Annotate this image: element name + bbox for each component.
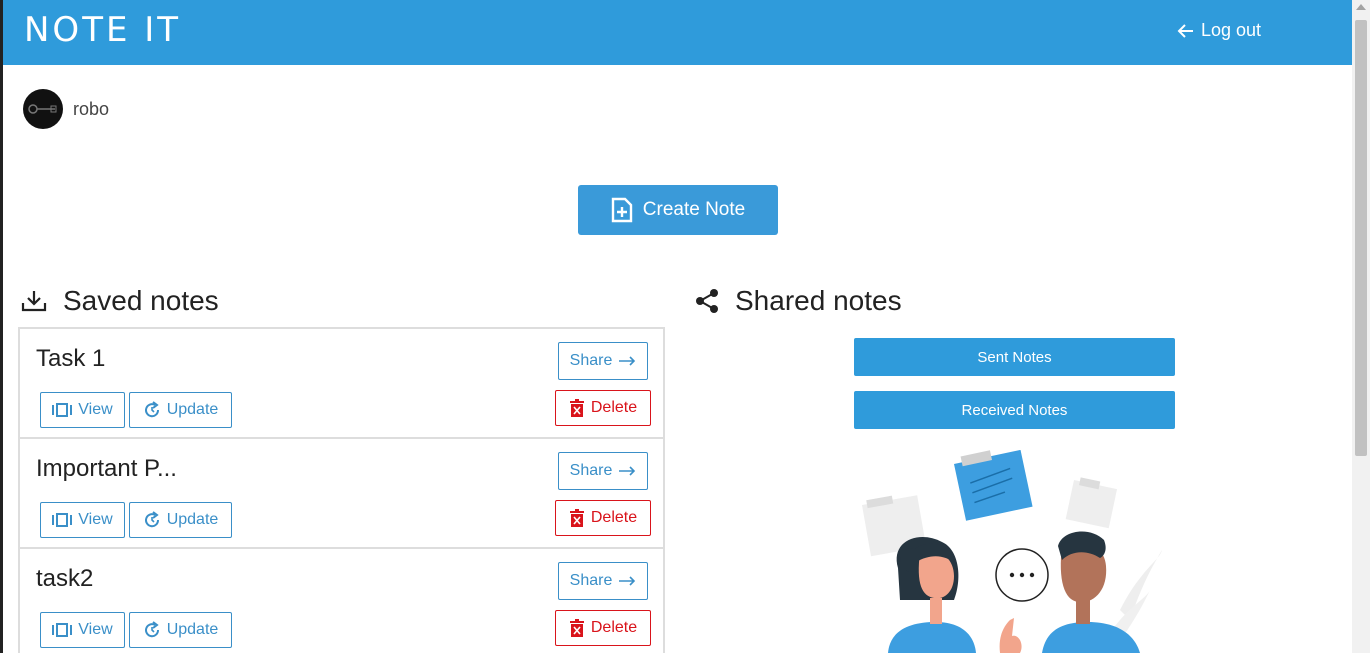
view-label: View (78, 511, 113, 528)
trash-icon (569, 399, 584, 417)
delete-button[interactable]: Delete (555, 390, 651, 426)
logout-label: Log out (1201, 20, 1262, 40)
file-plus-icon (611, 197, 632, 223)
saved-notes-heading: Saved notes (21, 285, 219, 317)
brand-logo[interactable]: NOTE IT (24, 10, 181, 50)
view-button[interactable]: View (40, 392, 125, 428)
view-icon (52, 513, 73, 527)
create-note-label: Create Note (642, 199, 746, 220)
share-label: Share (569, 462, 613, 479)
avatar (23, 89, 63, 129)
view-label: View (78, 401, 113, 418)
saved-notes-title: Saved notes (63, 285, 219, 316)
received-notes-button[interactable]: Received Notes (854, 391, 1175, 429)
delete-label: Delete (590, 509, 638, 526)
sharing-people-illustration (862, 450, 1162, 653)
update-label: Update (166, 511, 219, 528)
delete-button[interactable]: Delete (555, 500, 651, 536)
scroll-up-arrow[interactable] (1356, 4, 1366, 10)
scroll-thumb[interactable] (1355, 20, 1367, 456)
share-button[interactable]: Share (558, 452, 648, 490)
scrollbar[interactable] (1352, 0, 1370, 653)
view-button[interactable]: View (40, 612, 125, 648)
navbar: NOTE IT Log out (3, 0, 1352, 65)
refresh-icon (144, 511, 159, 528)
view-icon (52, 623, 73, 637)
note-item: Task 1 Share View Update Delete (20, 329, 663, 439)
refresh-icon (144, 621, 159, 638)
share-button[interactable]: Share (558, 342, 648, 380)
user-profile: robo (23, 89, 109, 129)
view-button[interactable]: View (40, 502, 125, 538)
arrow-right-icon (619, 466, 636, 476)
avatar-logo-icon (28, 104, 57, 114)
note-title: Task 1 (36, 345, 106, 372)
note-title: task2 (36, 565, 94, 592)
share-button[interactable]: Share (558, 562, 648, 600)
note-item: task2 Share View Update Delete (20, 549, 663, 653)
share-label: Share (569, 572, 613, 589)
note-title: Important P... (36, 455, 177, 482)
create-note-button[interactable]: Create Note (578, 185, 778, 235)
update-button[interactable]: Update (129, 502, 232, 538)
arrow-right-icon (619, 576, 636, 586)
update-button[interactable]: Update (129, 392, 232, 428)
shared-notes-heading: Shared notes (695, 285, 902, 317)
arrow-right-icon (619, 356, 636, 366)
update-label: Update (166, 401, 219, 418)
window-edge (0, 0, 3, 653)
note-item: Important P... Share View Update Delete (20, 439, 663, 549)
shared-notes-title: Shared notes (735, 285, 902, 316)
page: NOTE IT Log out robo Create Note Saved n… (0, 0, 1370, 653)
refresh-icon (144, 401, 159, 418)
logout-button[interactable]: Log out (1177, 20, 1261, 41)
arrow-left-icon (1177, 23, 1193, 38)
trash-icon (569, 619, 584, 637)
view-icon (52, 403, 73, 417)
username: robo (73, 98, 110, 119)
view-label: View (78, 621, 113, 638)
saved-notes-list: Task 1 Share View Update Delete Importan… (18, 327, 665, 653)
sent-notes-button[interactable]: Sent Notes (854, 338, 1175, 376)
update-label: Update (166, 621, 219, 638)
delete-button[interactable]: Delete (555, 610, 651, 646)
update-button[interactable]: Update (129, 612, 232, 648)
share-label: Share (569, 352, 613, 369)
delete-label: Delete (590, 619, 638, 636)
trash-icon (569, 509, 584, 527)
share-icon (696, 289, 718, 313)
delete-label: Delete (590, 399, 638, 416)
download-icon (21, 291, 47, 312)
